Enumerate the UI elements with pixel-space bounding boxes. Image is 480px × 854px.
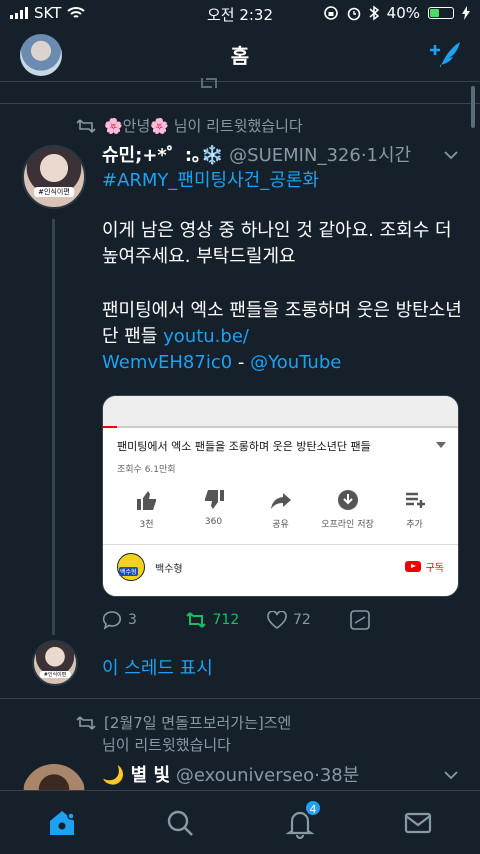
channel-row[interactable]: 백수형 백수형 구독 bbox=[103, 545, 458, 589]
add-action[interactable]: 추가 bbox=[385, 489, 445, 530]
retweet-context-2: [2월7일 면돌프보러가는]즈엔 bbox=[76, 712, 291, 733]
share-tweet-icon bbox=[349, 610, 370, 630]
alarm-icon bbox=[347, 7, 360, 21]
like-action[interactable]: 3천 bbox=[117, 489, 177, 530]
add-to-playlist-icon bbox=[405, 492, 425, 508]
scrollbar[interactable] bbox=[471, 86, 475, 128]
tweet-header-2: 🌙 별 빛 @exouniverseo·38분 bbox=[102, 761, 452, 787]
display-name[interactable]: 슈민;+*゜:｡❄️ bbox=[102, 145, 223, 166]
video-views: 조회수 6.1만회 bbox=[117, 465, 176, 475]
subscribe-button[interactable]: 구독 bbox=[404, 559, 444, 574]
battery-icon bbox=[428, 7, 454, 19]
share-icon bbox=[270, 493, 291, 509]
orientation-lock-icon bbox=[323, 6, 338, 20]
retweet-button[interactable]: 712 bbox=[185, 611, 268, 629]
reply-icon bbox=[102, 611, 122, 630]
heart-icon bbox=[267, 611, 287, 629]
avatar-tag: #인식이편 bbox=[34, 187, 74, 197]
reply-button[interactable]: 3 bbox=[102, 610, 185, 630]
retweeted-by-text-2: 님이 리트윗했습니다 bbox=[102, 736, 231, 754]
retweet-context: 🌸안녕🌸 님이 리트윗했습니다 bbox=[76, 115, 303, 136]
video-actions: 3천 360 공유 오프라인 저장 추가 bbox=[103, 475, 458, 530]
separator: - bbox=[232, 352, 251, 373]
share-action[interactable]: 공유 bbox=[251, 489, 311, 530]
handle[interactable]: @SUEMIN_326 bbox=[229, 145, 361, 166]
thread-connector bbox=[52, 219, 55, 635]
thread-avatar[interactable]: #인식이편 bbox=[32, 640, 78, 686]
timestamp: ·1시간 bbox=[360, 145, 412, 166]
tweet-text: 이게 남은 영상 중 하나인 것 같아요. 조회수 더 높여주세요. 부탁드릴게… bbox=[102, 220, 452, 267]
expand-icon[interactable] bbox=[436, 442, 446, 448]
dislike-action[interactable]: 360 bbox=[184, 489, 244, 530]
home-icon bbox=[50, 811, 75, 835]
retweet-icon bbox=[76, 118, 96, 133]
show-thread-link[interactable]: 이 스레드 표시 bbox=[102, 654, 213, 680]
charging-icon bbox=[462, 6, 470, 20]
tweet-header: 슈민;+*゜:｡❄️ @SUEMIN_326·1시간 bbox=[102, 141, 452, 167]
youtube-link-id[interactable]: WemvEH87ic0 bbox=[102, 352, 232, 373]
youtube-link[interactable]: youtu.be/ bbox=[163, 326, 249, 347]
retweet-active-icon bbox=[185, 612, 206, 628]
download-icon bbox=[337, 490, 358, 510]
nav-messages[interactable] bbox=[400, 805, 436, 841]
video-thumbnail[interactable] bbox=[103, 396, 458, 426]
mail-icon bbox=[404, 812, 432, 834]
thumbs-down-icon bbox=[204, 490, 224, 509]
chevron-down-icon[interactable] bbox=[444, 768, 458, 782]
retweeted-by-text: 🌸안녕🌸 님이 리트윗했습니다 bbox=[104, 117, 303, 135]
tweet-text-line: 팬미팅에서 엑소 팬들을 조롱하며 웃은 방탄소년단 팬들 bbox=[102, 300, 462, 347]
nav-search[interactable] bbox=[162, 805, 198, 841]
timestamp: ·38분 bbox=[314, 765, 360, 786]
share-button[interactable] bbox=[349, 610, 433, 630]
tweet-text-2: 팬미팅에서 엑소 팬들을 조롱하며 웃은 방탄소년단 팬들 youtu.be/ … bbox=[102, 298, 462, 376]
top-bar: 홈 bbox=[0, 28, 480, 82]
status-bar: SKT 오전 2:32 40% bbox=[0, 0, 480, 28]
channel-avatar[interactable]: 백수형 bbox=[117, 553, 145, 581]
link-preview-card[interactable]: 팬미팅에서 엑소 팬들을 조롱하며 웃은 방탄소년단 팬들 조회수 6.1만회 … bbox=[102, 395, 459, 597]
channel-name[interactable]: 백수형 bbox=[155, 560, 183, 575]
like-button[interactable]: 72 bbox=[267, 611, 350, 629]
retweet-icon bbox=[201, 78, 217, 88]
previous-tweet-edge bbox=[0, 78, 480, 104]
search-icon bbox=[167, 810, 193, 836]
page-title: 홈 bbox=[230, 44, 250, 68]
battery-percent: 40% bbox=[386, 4, 420, 22]
display-name[interactable]: 🌙 별 빛 bbox=[102, 765, 170, 786]
offline-save-action[interactable]: 오프라인 저장 bbox=[318, 489, 378, 530]
retweeted-by-text: [2월7일 면돌프보러가는]즈엔 bbox=[104, 714, 292, 732]
tweet-actions: 3 712 72 bbox=[102, 610, 432, 630]
nav-home[interactable] bbox=[44, 805, 80, 841]
like-count: 72 bbox=[293, 612, 311, 628]
bottom-nav: 4 bbox=[0, 790, 480, 854]
tweet-divider bbox=[0, 698, 480, 699]
youtube-icon bbox=[404, 561, 421, 572]
compose-tweet-icon[interactable] bbox=[426, 36, 462, 72]
author-avatar[interactable]: #인식이편 bbox=[22, 145, 86, 209]
mention-link[interactable]: @YouTube bbox=[250, 352, 341, 373]
bluetooth-icon bbox=[369, 5, 379, 21]
reply-count: 3 bbox=[128, 612, 137, 628]
handle[interactable]: @exouniverseo bbox=[176, 765, 314, 786]
retweet-count: 712 bbox=[212, 612, 240, 628]
retweet-icon bbox=[76, 715, 96, 730]
chevron-down-icon[interactable] bbox=[444, 148, 458, 162]
hashtag-link[interactable]: #ARMY_팬미팅사건_공론화 bbox=[102, 168, 457, 194]
video-title: 팬미팅에서 엑소 팬들을 조롱하며 웃은 방탄소년단 팬들 bbox=[103, 428, 458, 454]
nav-notifications[interactable]: 4 bbox=[282, 799, 322, 841]
notification-badge: 4 bbox=[304, 799, 322, 817]
thumbs-up-icon bbox=[136, 491, 156, 510]
